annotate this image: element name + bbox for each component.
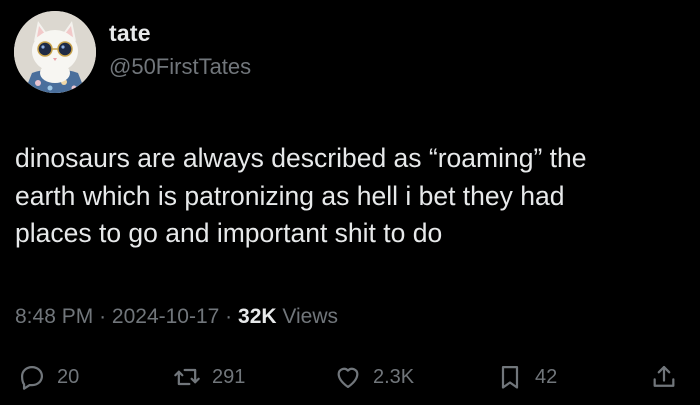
repost-icon	[174, 368, 200, 386]
repost-button[interactable]: 291	[173, 360, 245, 394]
cat-avatar-icon	[14, 11, 96, 93]
tweet-meta: 8:48 PM · 2024-10-17 · 32K Views	[15, 305, 338, 329]
heart-icon	[337, 367, 359, 389]
tweet-date[interactable]: 2024-10-17	[112, 305, 219, 328]
action-bar: 20 291 2.3K 42	[0, 360, 700, 394]
like-button[interactable]: 2.3K	[334, 360, 414, 394]
views-count: 32K	[238, 305, 277, 328]
like-count: 2.3K	[373, 365, 415, 388]
avatar[interactable]	[14, 11, 96, 93]
tweet: tate @50FirstTates dinosaurs are always …	[0, 0, 700, 405]
meta-separator: ·	[225, 305, 233, 328]
share-icon	[653, 365, 675, 387]
views-label: Views	[282, 305, 339, 328]
tweet-time[interactable]: 8:48 PM	[15, 305, 93, 328]
user-handle[interactable]: @50FirstTates	[109, 54, 251, 80]
display-name[interactable]: tate	[109, 20, 151, 47]
reply-icon	[20, 365, 44, 390]
share-button[interactable]	[650, 360, 678, 394]
bookmark-icon	[501, 365, 519, 389]
tweet-text: dinosaurs are always described as “roami…	[15, 143, 587, 248]
bookmark-count: 42	[535, 365, 558, 388]
meta-separator: ·	[99, 305, 107, 328]
bookmark-button[interactable]: 42	[496, 360, 557, 394]
repost-count: 291	[212, 365, 246, 388]
reply-button[interactable]: 20	[18, 360, 79, 394]
reply-count: 20	[57, 365, 80, 388]
